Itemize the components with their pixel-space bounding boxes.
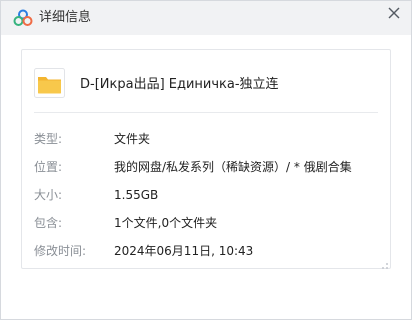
type-label: 类型: — [34, 132, 63, 146]
modified-label: 修改时间: — [34, 244, 87, 258]
size-value: 1.55GB — [114, 188, 159, 202]
details-dialog: 详细信息 D-[Икра出品] Единичка-独立连 类型: 文件夹 位置:… — [0, 0, 412, 320]
titlebar: 详细信息 — [1, 1, 411, 35]
location-label: 位置: — [34, 160, 63, 174]
details-panel: D-[Икра出品] Единичка-独立连 类型: 文件夹 位置: 我的网盘… — [21, 49, 391, 269]
modified-value: 2024年06月11日, 10:43 — [114, 244, 254, 258]
cloud-logo-icon — [13, 9, 33, 27]
info-row-location: 位置: 我的网盘/私发系列（稀缺资源）/ * 俄剧合集 — [34, 158, 384, 176]
dialog-title: 详细信息 — [39, 10, 92, 25]
resize-grip-icon[interactable] — [377, 255, 389, 269]
file-header: D-[Икра出品] Единичка-独立连 — [34, 68, 374, 102]
info-row-modified: 修改时间: 2024年06月11日, 10:43 — [34, 242, 384, 260]
info-row-contents: 包含: 1个文件,0个文件夹 — [34, 214, 384, 232]
type-value: 文件夹 — [114, 132, 151, 146]
location-value: 我的网盘/私发系列（稀缺资源）/ * 俄剧合集 — [114, 160, 352, 174]
close-icon[interactable] — [385, 4, 403, 22]
folder-icon — [34, 68, 65, 98]
divider — [34, 112, 378, 113]
contents-value: 1个文件,0个文件夹 — [114, 216, 218, 230]
size-label: 大小: — [34, 188, 63, 202]
close-button[interactable] — [385, 4, 403, 22]
info-row-size: 大小: 1.55GB — [34, 186, 384, 204]
contents-label: 包含: — [34, 216, 63, 230]
info-row-type: 类型: 文件夹 — [34, 130, 384, 148]
file-name: D-[Икра出品] Единичка-独立连 — [80, 77, 279, 92]
